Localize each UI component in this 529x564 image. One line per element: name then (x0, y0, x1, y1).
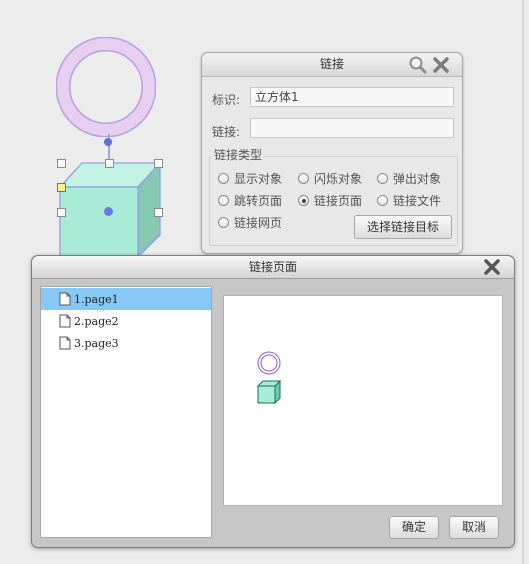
ok-button[interactable]: 确定 (389, 516, 439, 539)
cube-thumbnail (257, 380, 281, 404)
radio-link-page[interactable]: 链接页面 (298, 192, 362, 209)
link-type-legend: 链接类型 (212, 146, 265, 163)
canvas-edge (522, 0, 524, 564)
link-page-dialog: 链接页面 1.page1 2.page2 3.page3 确定 取消 (31, 255, 515, 548)
page-name: 2.page2 (74, 314, 119, 328)
dialog-title: 链接页面 (248, 260, 297, 274)
radio-dot (218, 195, 229, 206)
radio-label: 链接网页 (234, 216, 283, 230)
radio-label: 弹出对象 (393, 172, 442, 186)
list-item-page3[interactable]: 3.page3 (41, 332, 211, 354)
link-panel: 链接 标识: 立方体1 链接: 链接类型 显示对象 闪烁对象 弹出对象 跳转页面… (201, 52, 463, 254)
link-field[interactable] (250, 118, 454, 138)
radio-dot (218, 217, 229, 228)
radio-label: 跳转页面 (234, 194, 283, 208)
radio-dot (377, 173, 388, 184)
resize-handle-e[interactable] (154, 208, 163, 217)
document-icon (59, 292, 71, 306)
choose-target-button[interactable]: 选择链接目标 (354, 215, 452, 239)
list-item-page1[interactable]: 1.page1 (41, 288, 211, 310)
radio-label: 链接页面 (314, 194, 363, 208)
radio-link-file[interactable]: 链接文件 (377, 192, 441, 209)
page-name: 1.page1 (74, 292, 119, 306)
radio-dot (377, 195, 388, 206)
link-panel-title: 链接 (319, 57, 344, 71)
link-panel-titlebar: 链接 (202, 53, 462, 77)
page-list[interactable]: 1.page1 2.page2 3.page3 (40, 286, 212, 538)
ring-thumbnail (257, 351, 281, 375)
radio-dot-selected (298, 195, 309, 206)
page-preview (223, 295, 503, 506)
page-name: 3.page3 (74, 336, 119, 350)
cancel-button[interactable]: 取消 (449, 516, 499, 539)
radio-dot (298, 173, 309, 184)
document-icon (59, 314, 71, 328)
resize-handle-w[interactable] (57, 208, 66, 217)
radio-dot (218, 173, 229, 184)
close-icon[interactable] (431, 55, 451, 75)
close-icon[interactable] (482, 257, 502, 277)
list-item-page2[interactable]: 2.page2 (41, 310, 211, 332)
radio-label: 闪烁对象 (314, 172, 363, 186)
radio-flash-object[interactable]: 闪烁对象 (298, 170, 362, 187)
ring-shape[interactable] (56, 37, 156, 137)
radio-jump-page[interactable]: 跳转页面 (218, 192, 282, 209)
radio-show-object[interactable]: 显示对象 (218, 170, 282, 187)
id-label: 标识: (212, 93, 241, 107)
document-icon (59, 336, 71, 350)
resize-handle-ne[interactable] (154, 159, 163, 168)
rotation-handle[interactable] (104, 138, 112, 146)
radio-link-webpage[interactable]: 链接网页 (218, 214, 282, 231)
id-field[interactable]: 立方体1 (250, 87, 454, 107)
resize-handle-active[interactable] (57, 183, 66, 192)
resize-handle-nw[interactable] (57, 159, 66, 168)
search-icon[interactable] (408, 55, 428, 75)
center-point (104, 207, 113, 216)
dialog-titlebar: 链接页面 (32, 256, 514, 279)
resize-handle-n[interactable] (105, 159, 114, 168)
radio-popup-object[interactable]: 弹出对象 (377, 170, 441, 187)
link-label: 链接: (212, 125, 241, 139)
radio-label: 链接文件 (393, 194, 442, 208)
radio-label: 显示对象 (234, 172, 283, 186)
